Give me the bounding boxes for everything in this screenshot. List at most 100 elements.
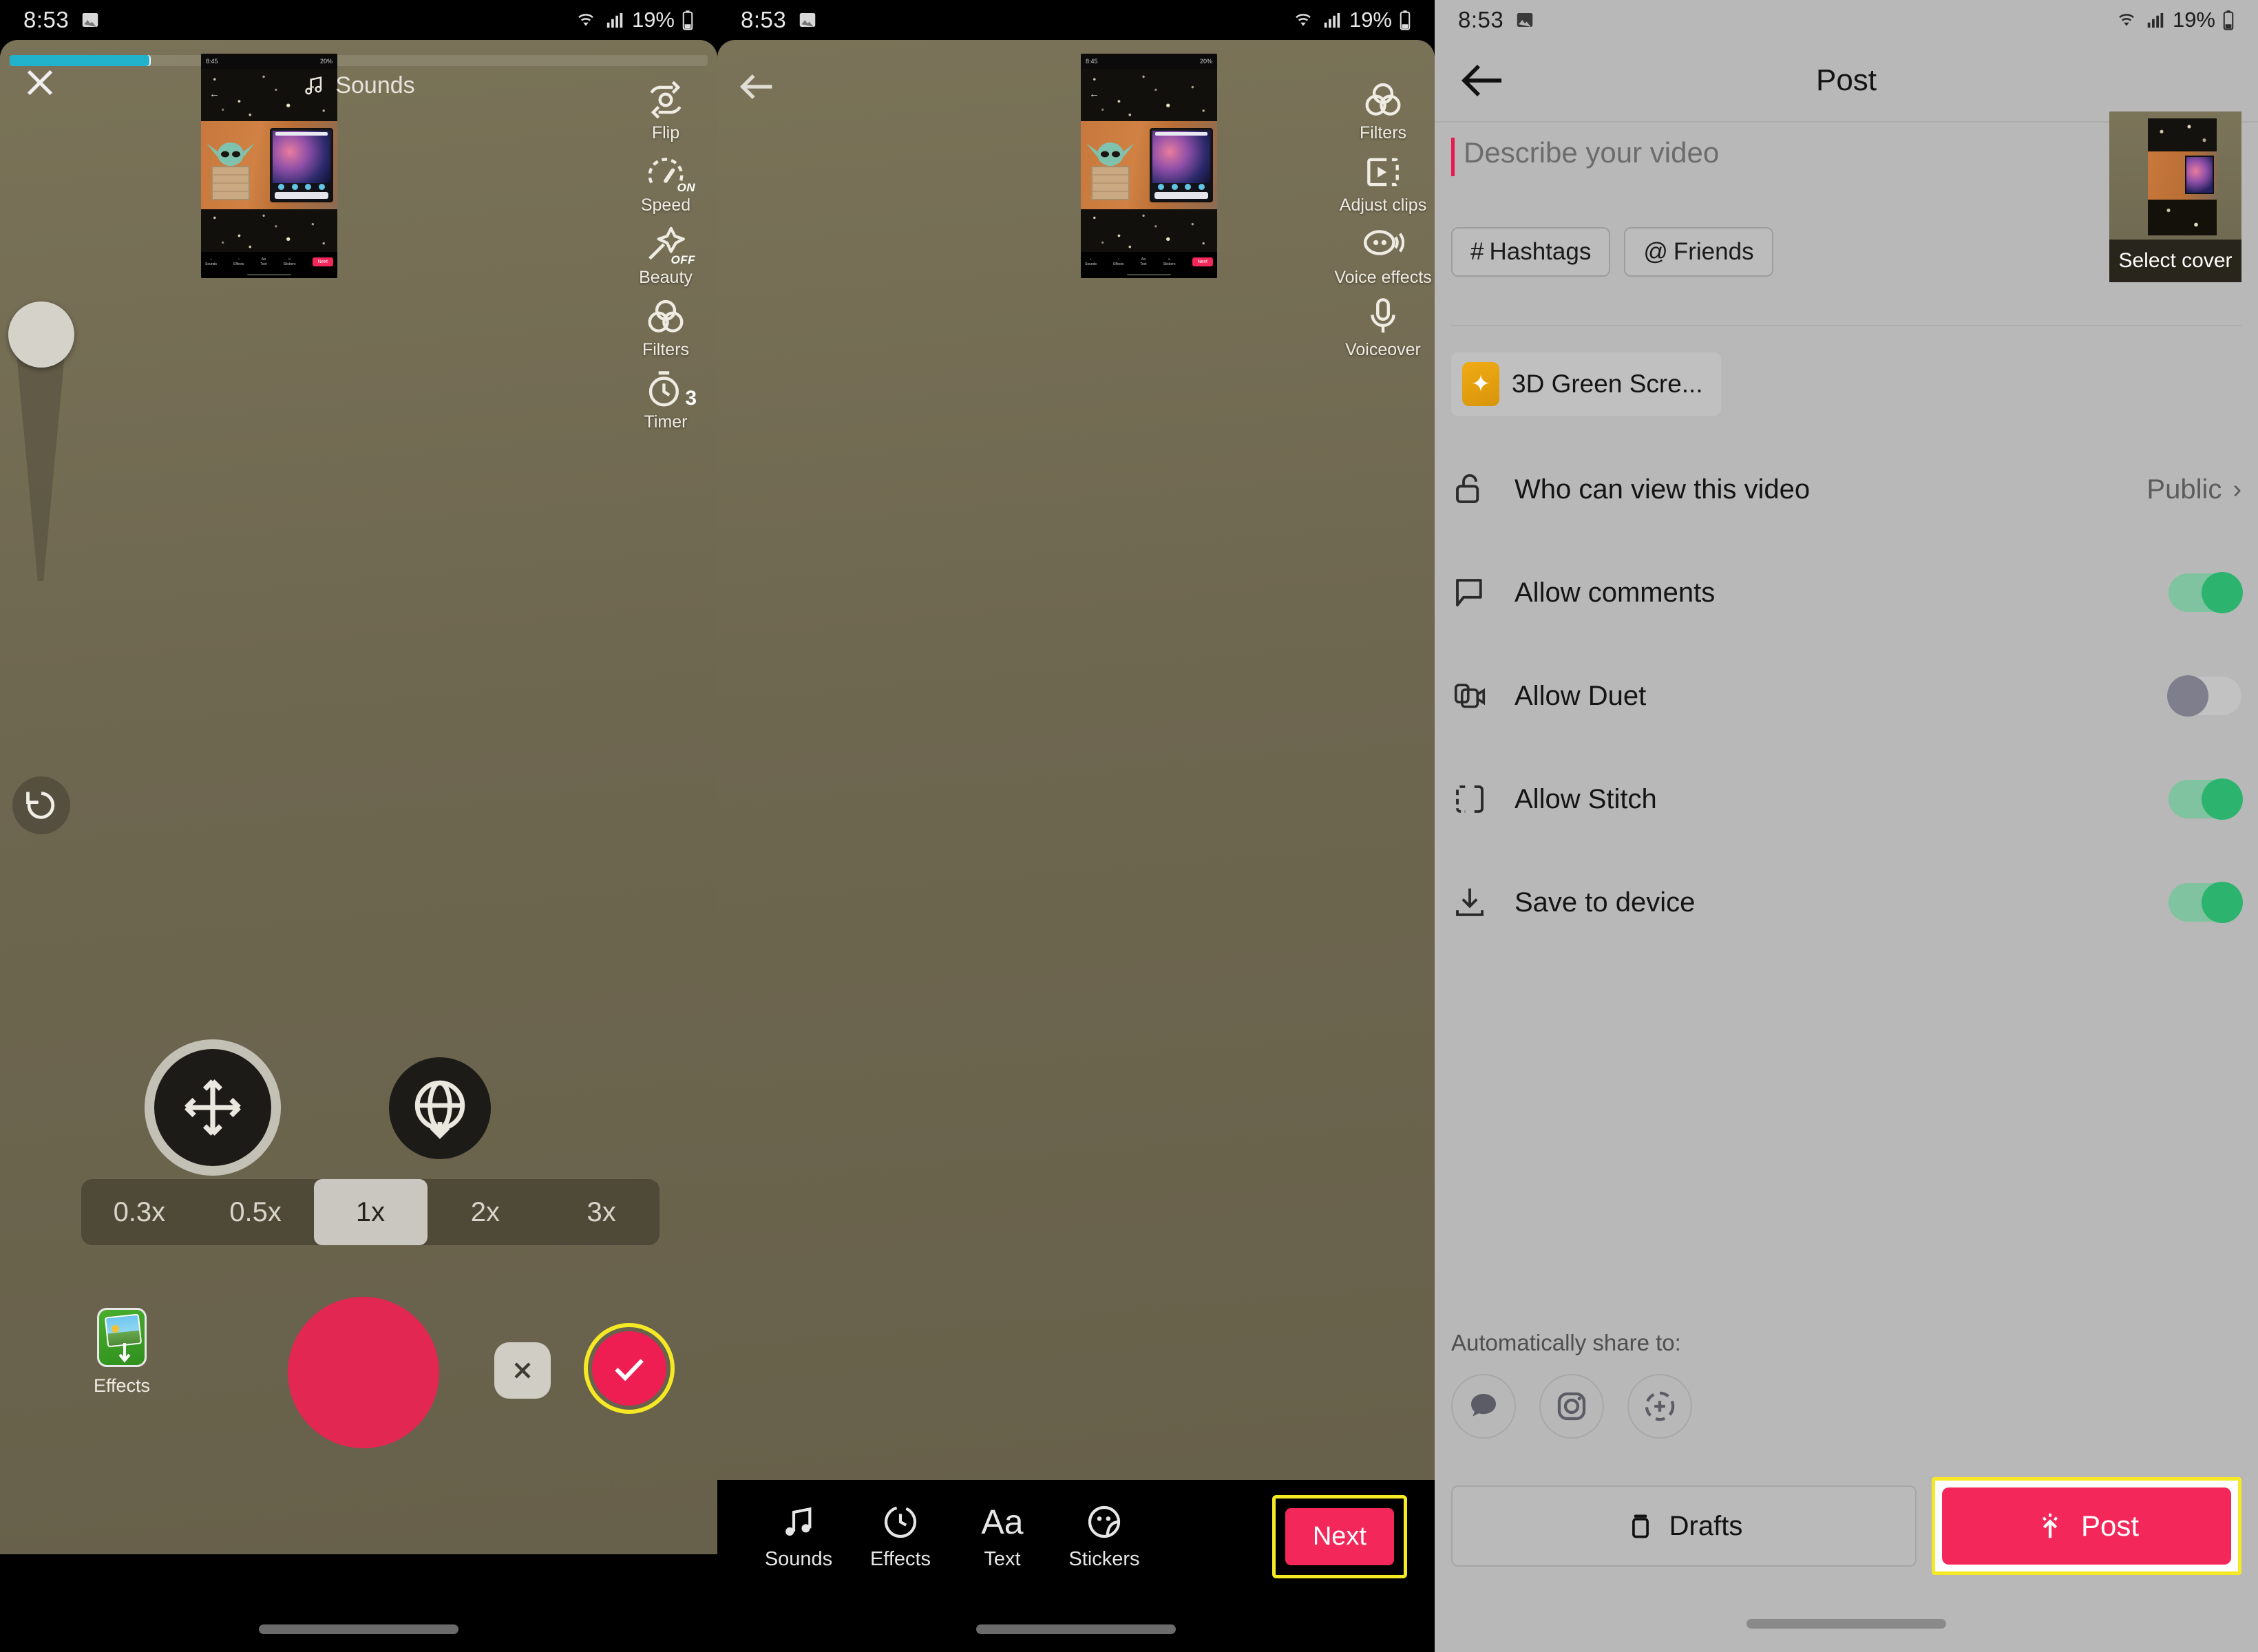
tool-filters[interactable]: Filters xyxy=(1331,78,1435,142)
zoom-slider-knob[interactable] xyxy=(8,301,74,368)
effects-icon xyxy=(97,1308,147,1367)
setting-label: Save to device xyxy=(1515,887,2169,918)
ar-rotate-button[interactable] xyxy=(389,1057,491,1159)
edit-item-stickers[interactable]: Stickers xyxy=(1053,1503,1155,1571)
instagram-story-icon[interactable] xyxy=(1627,1374,1692,1439)
edit-bottom-toolbar: Sounds Effects Aa Text Stickers xyxy=(717,1480,1435,1652)
close-button[interactable] xyxy=(21,63,59,102)
microphone-icon xyxy=(1362,295,1404,338)
tool-filters[interactable]: Filters xyxy=(614,295,717,359)
tool-beauty[interactable]: OFF Beauty xyxy=(614,223,717,287)
at-icon: @ xyxy=(1643,238,1668,266)
status-bar-3: 8:53 19% xyxy=(1435,0,2258,40)
ar-move-button[interactable] xyxy=(145,1039,281,1176)
toggle-allow-comments[interactable] xyxy=(2169,573,2241,612)
drafts-button[interactable]: Drafts xyxy=(1451,1485,1917,1567)
next-button[interactable]: Next xyxy=(1285,1508,1394,1565)
toggle-allow-stitch[interactable] xyxy=(2169,780,2241,818)
applied-effect-label: 3D Green Scre... xyxy=(1512,370,1703,399)
setting-label: Allow Stitch xyxy=(1515,784,2169,815)
edit-item-label: Effects xyxy=(870,1548,931,1571)
hashtags-button[interactable]: # Hashtags xyxy=(1451,227,1610,277)
post-label: Post xyxy=(2081,1510,2139,1543)
back-button[interactable] xyxy=(735,65,779,109)
camera-tool-rail: Flip ON Speed OFF Beauty xyxy=(614,78,717,440)
tool-label: Timer xyxy=(644,413,688,432)
music-note-icon xyxy=(779,1503,818,1541)
message-bubble-icon[interactable] xyxy=(1451,1374,1516,1439)
battery-percent: 19% xyxy=(1349,8,1392,32)
setting-row-allow-comments[interactable]: Allow comments xyxy=(1451,541,2241,644)
sounds-label: Sounds xyxy=(335,72,414,99)
ar-placed-screenshot[interactable]: 8:4520% ← xyxy=(1081,54,1217,278)
description-input-placeholder[interactable]: Describe your video xyxy=(1464,136,1719,169)
download-icon xyxy=(1451,884,1515,921)
image-icon xyxy=(797,10,818,30)
tool-speed[interactable]: ON Speed xyxy=(614,151,717,215)
privacy-value: Public xyxy=(2146,474,2222,505)
sounds-button[interactable]: Sounds xyxy=(0,72,717,99)
speed-option-3x[interactable]: 3x xyxy=(543,1179,660,1245)
cover-thumbnail[interactable]: Select cover xyxy=(2109,112,2241,282)
next-button-highlight: Next xyxy=(1272,1495,1407,1578)
speed-selector[interactable]: 0.3x 0.5x 1x 2x 3x xyxy=(81,1179,660,1245)
setting-row-save-to-device[interactable]: Save to device xyxy=(1451,851,2241,954)
applied-effect-chip[interactable]: ✦ 3D Green Scre... xyxy=(1451,352,1721,416)
home-indicator xyxy=(717,1624,1435,1634)
zoom-slider[interactable] xyxy=(8,301,74,581)
status-time: 8:53 xyxy=(741,7,786,33)
setting-label: Who can view this video xyxy=(1515,474,2146,505)
friends-button[interactable]: @ Friends xyxy=(1624,227,1773,277)
section-divider xyxy=(1451,325,2241,326)
page-title: Post xyxy=(1435,63,2258,98)
tool-adjust-clips[interactable]: Adjust clips xyxy=(1331,151,1435,215)
tool-voiceover[interactable]: Voiceover xyxy=(1331,295,1435,359)
signal-icon xyxy=(2145,10,2166,30)
delete-clip-button[interactable] xyxy=(494,1342,551,1399)
toggle-save-to-device[interactable] xyxy=(2169,883,2241,922)
post-button-highlight: Post xyxy=(1932,1477,2241,1575)
post-button[interactable]: Post xyxy=(1942,1487,2231,1565)
text-aa-icon: Aa xyxy=(981,1503,1023,1541)
post-header: Post xyxy=(1435,40,2258,123)
speed-option-1x[interactable]: 1x xyxy=(314,1179,428,1245)
beauty-wand-icon: OFF xyxy=(644,223,687,266)
drafts-icon xyxy=(1625,1511,1656,1541)
back-button[interactable] xyxy=(1458,56,1508,105)
edit-preview-viewport[interactable]: 8:4520% ← xyxy=(717,40,1435,1480)
ar-placed-screenshot[interactable]: 8:4520% ← xyxy=(201,54,337,278)
chevron-right-icon: › xyxy=(2233,475,2241,505)
instagram-icon[interactable] xyxy=(1539,1374,1604,1439)
confirm-button[interactable] xyxy=(592,1331,666,1406)
edit-item-effects[interactable]: Effects xyxy=(850,1503,951,1571)
panel1-bottom-bar xyxy=(0,1554,717,1652)
edit-item-text[interactable]: Aa Text xyxy=(951,1503,1053,1571)
setting-row-allow-duet[interactable]: Allow Duet xyxy=(1451,644,2241,748)
setting-row-allow-stitch[interactable]: Allow Stitch xyxy=(1451,748,2241,851)
undo-button[interactable] xyxy=(12,776,70,834)
effects-button[interactable]: Effects xyxy=(94,1308,150,1397)
tool-timer[interactable]: 3 Timer xyxy=(614,368,717,432)
speed-option-0.5x[interactable]: 0.5x xyxy=(198,1179,314,1245)
tool-label: Speed xyxy=(641,196,690,215)
timer-icon: 3 xyxy=(644,368,687,410)
post-action-bar: Drafts Post xyxy=(1451,1477,2241,1575)
record-button[interactable] xyxy=(288,1297,439,1448)
speed-option-2x[interactable]: 2x xyxy=(428,1179,544,1245)
camera-viewport[interactable]: 8:4520% ← xyxy=(0,40,717,1556)
effects-clock-icon xyxy=(881,1503,920,1541)
status-time: 8:53 xyxy=(23,7,69,33)
edit-item-sounds[interactable]: Sounds xyxy=(748,1503,850,1571)
tool-flip[interactable]: Flip xyxy=(614,78,717,142)
toggle-allow-duet[interactable] xyxy=(2169,677,2241,715)
zoom-slider-track xyxy=(17,354,65,581)
flip-camera-icon xyxy=(644,78,687,121)
filters-icon xyxy=(1362,78,1404,121)
select-cover-label[interactable]: Select cover xyxy=(2109,240,2241,282)
speed-option-0.3x[interactable]: 0.3x xyxy=(81,1179,198,1245)
wifi-icon xyxy=(574,10,598,30)
setting-row-privacy[interactable]: Who can view this video Public › xyxy=(1451,438,2241,541)
home-indicator xyxy=(1435,1619,2258,1629)
edit-item-label: Stickers xyxy=(1068,1548,1139,1571)
tool-voice-effects[interactable]: Voice effects xyxy=(1331,223,1435,287)
